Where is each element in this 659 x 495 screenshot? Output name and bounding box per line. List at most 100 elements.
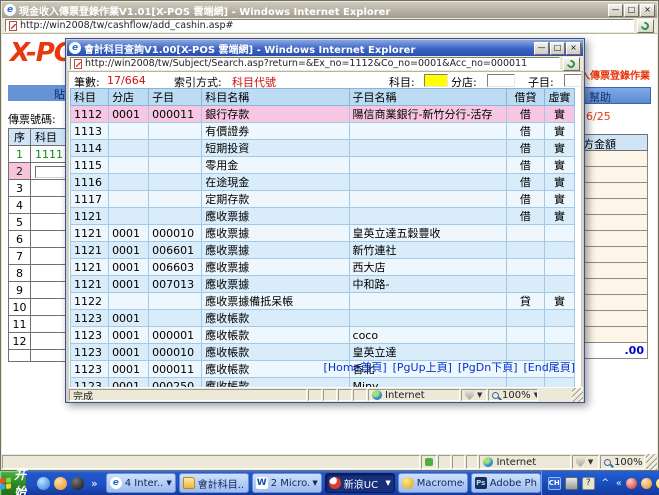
subject-row[interactable]: 1113 有價證券 借 實: [71, 123, 575, 140]
task-dropdown-arrow: ▼: [166, 479, 171, 487]
task-icon: [183, 477, 195, 489]
popup-resize-grip[interactable]: [572, 388, 583, 402]
popup-url-field[interactable]: http://win2008/tw/Subject/Search.asp?ret…: [70, 57, 560, 70]
subject-row[interactable]: 1123 0001 000250 應收帳款 Miny: [71, 378, 575, 388]
language-indicator[interactable]: CH: [548, 477, 561, 490]
task-button[interactable]: 會計科目... ▼: [179, 473, 249, 493]
subject-row[interactable]: 1121 0001 007013 應收票據 中和路-: [71, 276, 575, 293]
start-label: 开始: [14, 466, 26, 495]
done-text: 完成: [73, 389, 93, 401]
tray-collapse-chevron[interactable]: «: [616, 478, 622, 489]
subject-table-header: 科目 分店 子目 科目名稱 子目名稱 借貸 虛實: [71, 89, 575, 106]
internet-globe-icon: [372, 390, 382, 400]
task-buttons: 4 Inter... ▼ 會計科目... ▼ 2 Micro... ▼: [106, 473, 541, 493]
popup-status-cell-4: [353, 389, 367, 401]
sub-filter-input[interactable]: [564, 74, 581, 87]
task-button[interactable]: 4 Inter... ▼: [106, 473, 176, 493]
subject-filter-input[interactable]: [424, 74, 448, 87]
col-virtual-real: 虛實: [544, 89, 574, 106]
voucher-number-label: 傳票號碼:: [8, 111, 56, 127]
help-tray-icon[interactable]: ?: [582, 477, 595, 490]
subject-row[interactable]: 1112 0001 000011 銀行存款 陽信商業銀行-新竹分行-活存 借 實: [71, 106, 575, 123]
popup-zone-panel: Internet: [368, 389, 460, 401]
quick-launch-icon[interactable]: [37, 477, 50, 490]
script-status-icon: [425, 458, 433, 466]
main-url-field[interactable]: http://win2008/tw/cashflow/add_cashin.as…: [5, 19, 634, 32]
popup-url-text: http://win2008/tw/Subject/Search.asp?ret…: [85, 58, 527, 69]
quick-launch-icon[interactable]: [54, 477, 67, 490]
subject-query-popup-window: 會計科目查詢V1.00[X-POS 雲端網] - Windows Interne…: [65, 38, 585, 403]
subject-row[interactable]: 1123 0001 000010 應收帳款 皇英立達: [71, 344, 575, 361]
refresh-button[interactable]: [637, 19, 654, 33]
subject-table-body: 科目 分店 子目 科目名稱 子目名稱 借貸 虛實 1112 0001 00001…: [71, 89, 575, 388]
subject-row[interactable]: 1123 0001 應收帳款: [71, 310, 575, 327]
date-partial: 6/25: [586, 110, 611, 123]
popup-maximize-button[interactable]: □: [550, 42, 565, 55]
security-shield-icon: [465, 390, 474, 400]
close-button[interactable]: ×: [640, 4, 655, 17]
subject-row[interactable]: 1121 0001 000010 應收票據 皇英立達五穀豐收: [71, 225, 575, 242]
popup-zoom-panel[interactable]: 100%▼: [488, 389, 538, 401]
messenger-tray-icon[interactable]: [641, 478, 652, 489]
minimize-button[interactable]: —: [608, 4, 623, 17]
subject-row[interactable]: 1123 0001 000001 應收帳款 coco: [71, 327, 575, 344]
subject-row[interactable]: 1122 應收票據備抵呆帳 貸 實: [71, 293, 575, 310]
subject-row[interactable]: 1114 短期投資 借 實: [71, 140, 575, 157]
security-dropdown-arrow: ▼: [588, 458, 593, 466]
main-zone-label: Internet: [496, 457, 536, 468]
page-heading-partial: 入傳票登錄作業: [580, 67, 650, 82]
main-window-title: 現金收入傳票登錄作業V1.01[X-POS 雲端網] - Windows Int…: [19, 3, 608, 18]
task-button[interactable]: 新浪UC ▼: [325, 473, 395, 493]
subject-row[interactable]: 1117 定期存款 借 實: [71, 191, 575, 208]
subject-row[interactable]: 1121 應收票據 借 實: [71, 208, 575, 225]
pager-link[interactable]: [Home首頁]: [324, 361, 387, 374]
popup-zoom-level: 100%: [502, 390, 531, 401]
main-status-message: [2, 455, 420, 469]
subject-row[interactable]: 1116 在途現金 借 實: [71, 174, 575, 191]
quick-launch: [32, 477, 89, 490]
popup-close-button[interactable]: ×: [566, 42, 581, 55]
zoom-dropdown-arrow: ▼: [534, 391, 538, 399]
start-button[interactable]: 开始: [0, 471, 26, 495]
popup-security-panel[interactable]: ▼: [461, 389, 487, 401]
main-address-bar: http://win2008/tw/cashflow/add_cashin.as…: [2, 18, 657, 34]
updates-tray-icon[interactable]: ^: [599, 477, 612, 490]
quick-launch-icon[interactable]: [71, 477, 84, 490]
pager-link[interactable]: [End尾頁]: [524, 361, 576, 374]
main-status-bar: Internet ▼ 100%▼: [2, 453, 657, 470]
task-button[interactable]: Macromed... ▼: [398, 473, 468, 493]
qq-tray-icon[interactable]: [626, 478, 637, 489]
quick-launch-overflow-chevron[interactable]: »: [89, 477, 100, 490]
col-branch: 分店: [109, 89, 149, 106]
main-status-cell-2: [438, 455, 451, 469]
pager-link[interactable]: [PgDn下頁]: [458, 361, 518, 374]
popup-refresh-button[interactable]: [563, 57, 580, 71]
pager-link[interactable]: [PgUp上頁]: [393, 361, 452, 374]
ie-window-icon: [4, 4, 16, 16]
main-status-cell-1: [421, 455, 437, 469]
maximize-button[interactable]: □: [624, 4, 639, 17]
subject-row[interactable]: 1121 0001 006601 應收票據 新竹連社: [71, 242, 575, 259]
task-icon: [110, 477, 122, 489]
popup-minimize-button[interactable]: —: [534, 42, 549, 55]
main-url-text: http://win2008/tw/cashflow/add_cashin.as…: [20, 20, 233, 31]
main-status-cell-4: [466, 455, 479, 469]
task-icon: [256, 477, 268, 489]
subject-row[interactable]: 1115 零用金 借 實: [71, 157, 575, 174]
printer-tray-icon[interactable]: [565, 477, 578, 490]
main-zoom-panel[interactable]: 100%▼: [600, 455, 645, 469]
task-button[interactable]: 2 Micro... ▼: [252, 473, 322, 493]
zoom-lens-icon: [492, 392, 499, 399]
ie-window-icon: [69, 42, 81, 54]
page-icon: [9, 21, 17, 31]
col-debit-credit: 借貸: [506, 89, 544, 106]
popup-address-bar: http://win2008/tw/Subject/Search.asp?ret…: [67, 56, 583, 72]
toolbar-partial-button[interactable]: 貼: [8, 85, 67, 101]
main-security-panel[interactable]: ▼: [572, 455, 599, 469]
task-button[interactable]: Adobe Ph... ▼: [471, 473, 541, 493]
main-resize-grip[interactable]: [646, 454, 657, 470]
popup-status-message: 完成: [69, 389, 307, 401]
branch-filter-input[interactable]: [487, 74, 515, 87]
subject-row[interactable]: 1121 0001 006603 應收票據 西大店: [71, 259, 575, 276]
windows-flag-icon: [0, 477, 11, 489]
